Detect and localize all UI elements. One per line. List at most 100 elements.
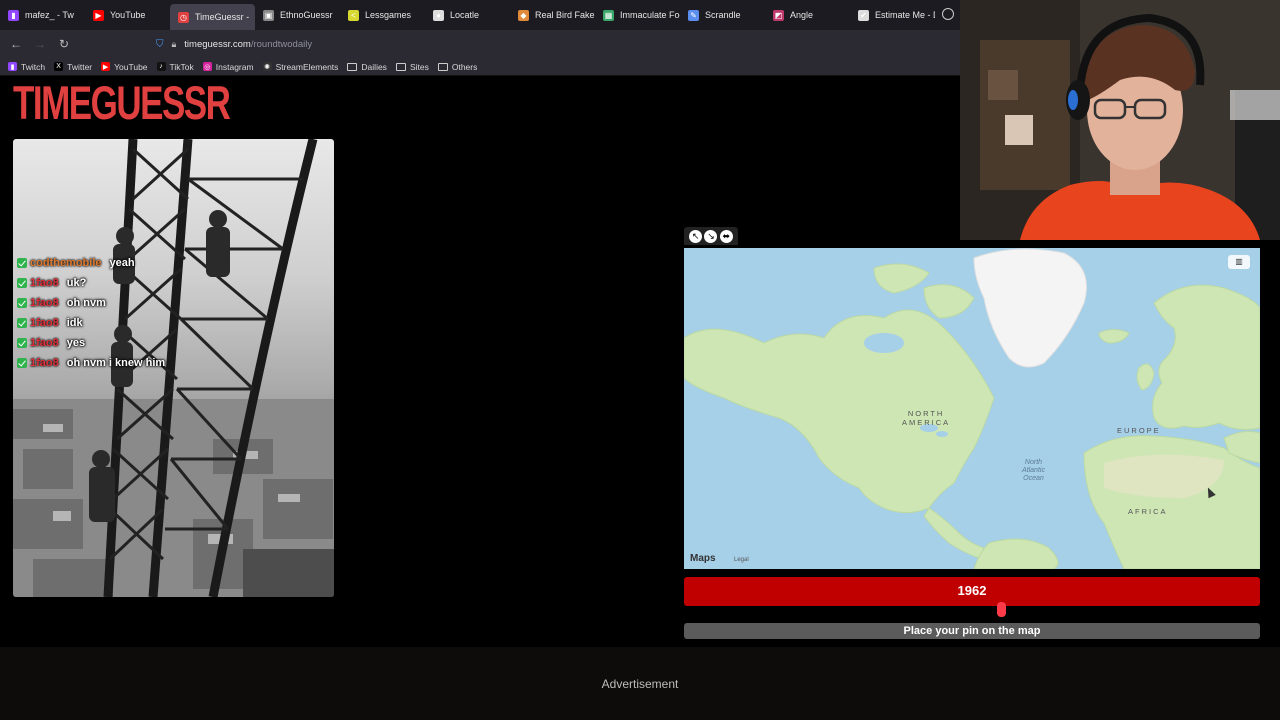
stream-chat-overlay: codthemobile yeah 1fao8 uk? 1fao8 oh nvm 1fao8… bbox=[17, 253, 165, 373]
bookmark-label: Twitch bbox=[21, 61, 46, 72]
maps-attribution-text: Maps bbox=[690, 553, 716, 564]
bookmark-others[interactable]: Others bbox=[437, 61, 478, 72]
chat-username: 1fao8 bbox=[30, 297, 59, 309]
tab-grid[interactable]: ▦ Immaculate Foo bbox=[595, 0, 680, 30]
twitch-icon: ▮ bbox=[8, 62, 17, 71]
bookmark-sites[interactable]: Sites bbox=[395, 61, 429, 72]
pin-map-icon[interactable]: ⬌ bbox=[719, 229, 733, 243]
scrandle-icon: ✎ bbox=[688, 9, 699, 21]
back-arrow-icon[interactable]: ← bbox=[4, 37, 28, 51]
tab-label: Scrandle bbox=[705, 10, 741, 20]
tab-label: Real Bird Fake B bbox=[535, 10, 595, 20]
bookmark-label: Others bbox=[451, 61, 478, 72]
chat-username: 1fao8 bbox=[30, 337, 59, 349]
legal-link[interactable]: Legal bbox=[734, 557, 749, 563]
chat-message: 1fao8 oh nvm i knew him bbox=[17, 353, 165, 373]
tab-label: Angle bbox=[790, 10, 814, 20]
bookmark-twitch[interactable]: ▮ Twitch bbox=[8, 62, 45, 72]
timeguessr-logo[interactable]: TIMEGUESSR bbox=[13, 80, 231, 127]
bookmark-instagram[interactable]: ◎ Instagram bbox=[202, 62, 254, 72]
tiktok-icon: ♪ bbox=[156, 62, 166, 71]
tab-label: Lessgames bbox=[365, 10, 412, 20]
chat-message: 1fao8 uk? bbox=[17, 273, 165, 293]
map-size-controls: ↖ ↘ ⬌ bbox=[684, 227, 738, 245]
label-north-atlantic-ocean: North Atlantic Ocean bbox=[1022, 459, 1045, 482]
advertisement-label: Advertisement bbox=[601, 677, 679, 691]
bookmark-dailies[interactable]: Dailies bbox=[347, 62, 387, 72]
bookmark-label: Twitter bbox=[67, 61, 93, 72]
tab-label: mafez_ - Tw bbox=[25, 10, 74, 20]
youtube-icon: ▶ bbox=[101, 62, 111, 71]
folder-icon bbox=[437, 62, 448, 71]
chat-text: yeah bbox=[109, 257, 135, 269]
tab-label: Immaculate Foo bbox=[620, 10, 680, 20]
chat-text: oh nvm bbox=[66, 297, 106, 309]
label-north-america: NORTH AMERICA bbox=[902, 409, 951, 427]
bookmarks-bar: ▮ Twitch X Twitter ▶ YouTube ♪ TikTok ◎ Instagram… bbox=[0, 58, 960, 76]
map-layers-icon[interactable]: ▥ bbox=[1228, 255, 1250, 269]
bookmark-label: TikTok bbox=[169, 61, 194, 72]
chat-message: 1fao8 oh nvm bbox=[17, 293, 165, 313]
reload-icon[interactable]: ↻ bbox=[52, 37, 76, 51]
checkmark-badge-icon bbox=[17, 358, 27, 368]
tab-label: Locatle bbox=[450, 10, 480, 20]
tab-locatle[interactable]: ● Locatle bbox=[425, 0, 510, 30]
tab-estimate[interactable]: ✔ Estimate Me - D bbox=[850, 0, 935, 30]
selected-year: 1962 bbox=[957, 583, 987, 598]
chat-text: idk bbox=[66, 317, 83, 329]
ethnoguessr-icon: ▣ bbox=[263, 9, 274, 21]
url-bar[interactable]: ⛉ 🔒︎ timeguessr.com/roundtwodaily bbox=[156, 34, 936, 54]
url-path: /roundtwodaily bbox=[250, 38, 313, 50]
forward-arrow-icon[interactable]: → bbox=[28, 37, 52, 51]
streamelements-icon: ✺ bbox=[262, 62, 272, 71]
label-africa: AFRICA bbox=[1128, 507, 1168, 516]
bookmark-twitter[interactable]: X Twitter bbox=[54, 62, 92, 72]
map-land-shapes bbox=[684, 248, 1260, 569]
checkmark-badge-icon bbox=[17, 278, 27, 288]
bookmark-tiktok[interactable]: ♪ TikTok bbox=[156, 61, 194, 72]
streamer-webcam bbox=[960, 0, 1280, 240]
year-slider-thumb[interactable] bbox=[996, 602, 1006, 617]
chat-username: codthemobile bbox=[30, 257, 102, 269]
chat-text: yes bbox=[66, 337, 86, 349]
tab-label: EthnoGuessr bbox=[280, 10, 333, 20]
place-pin-button[interactable]: Place your pin on the map bbox=[684, 623, 1260, 639]
tab-angle[interactable]: ◩ Angle bbox=[765, 0, 850, 30]
folder-icon bbox=[347, 62, 358, 71]
tab-ethnoguessr[interactable]: ▣ EthnoGuessr bbox=[255, 0, 340, 30]
estimate-icon: ✔ bbox=[858, 9, 869, 21]
chat-message: 1fao8 idk bbox=[17, 313, 165, 333]
tab-lessgames[interactable]: < Lessgames bbox=[340, 0, 425, 30]
chat-username: 1fao8 bbox=[30, 277, 59, 289]
chat-username: 1fao8 bbox=[30, 357, 59, 369]
tab-youtube[interactable]: ▶ YouTube bbox=[85, 0, 170, 30]
tab-twitch[interactable]: ▮ mafez_ - Tw bbox=[0, 0, 85, 30]
youtube-icon: ▶ bbox=[93, 9, 104, 21]
url-host: timeguessr.com bbox=[184, 38, 251, 50]
navigation-bar: ← → ↻ ⛉ 🔒︎ timeguessr.com/roundtwodaily bbox=[0, 30, 960, 58]
ad-banner: Advertisement bbox=[0, 647, 1280, 720]
tab-timeguessr[interactable]: ◷TimeGuessr -✕ bbox=[170, 4, 255, 30]
tab-bird[interactable]: ◆ Real Bird Fake B bbox=[510, 0, 595, 30]
bookmark-label: YouTube bbox=[114, 61, 148, 72]
twitch-icon: ▮ bbox=[8, 9, 19, 21]
grid-icon: ▦ bbox=[603, 9, 614, 21]
expand-map-icon[interactable]: ↖ bbox=[689, 229, 703, 243]
instagram-icon: ◎ bbox=[202, 62, 212, 71]
year-slider[interactable]: 1962 bbox=[684, 577, 1260, 606]
chat-text: uk? bbox=[66, 277, 87, 289]
bookmark-label: Sites bbox=[409, 61, 429, 72]
world-map[interactable]: NORTH AMERICA EUROPE AFRICA North Atlant… bbox=[684, 248, 1260, 569]
label-europe: EUROPE bbox=[1117, 426, 1161, 435]
bookmark-youtube[interactable]: ▶ YouTube bbox=[101, 61, 148, 72]
chat-message: codthemobile yeah bbox=[17, 253, 165, 273]
tab-label: YouTube bbox=[110, 10, 146, 20]
bookmark-streamelements[interactable]: ✺ StreamElements bbox=[262, 61, 339, 72]
bird-icon: ◆ bbox=[518, 9, 529, 21]
chat-text: oh nvm i knew him bbox=[66, 357, 166, 369]
bookmark-label: StreamElements bbox=[275, 61, 339, 72]
shrink-map-icon[interactable]: ↘ bbox=[704, 229, 718, 243]
firefox-view-icon[interactable] bbox=[942, 8, 954, 20]
checkmark-badge-icon bbox=[17, 338, 27, 348]
tab-scrandle[interactable]: ✎ Scrandle bbox=[680, 0, 765, 30]
